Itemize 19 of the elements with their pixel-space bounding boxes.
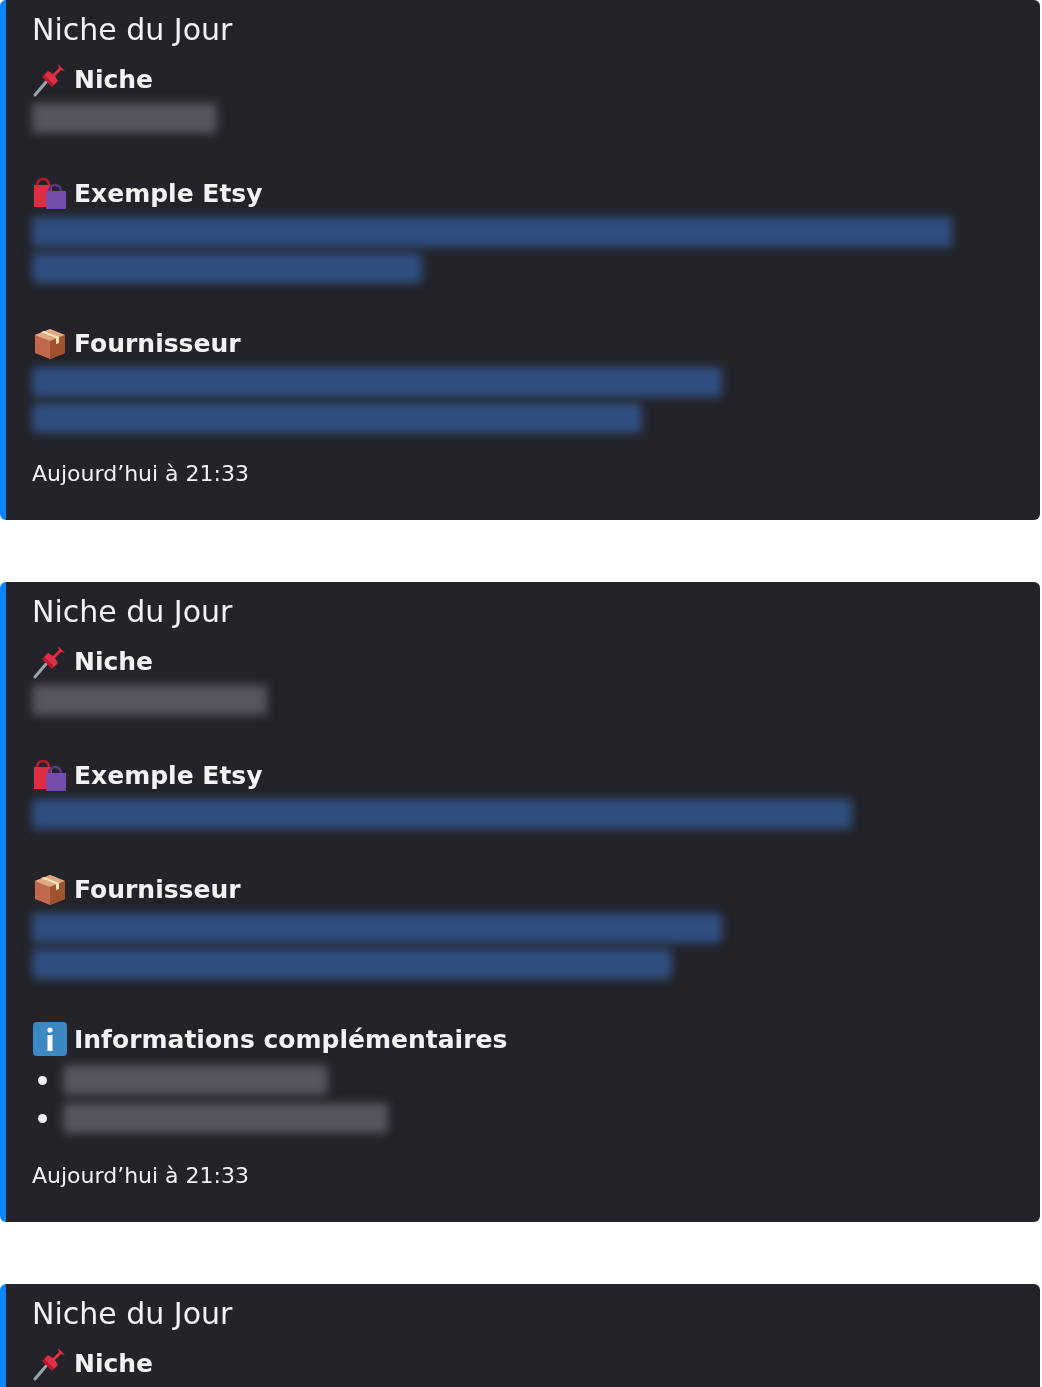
pushpin-icon [32, 643, 68, 679]
field-name: Fournisseur [74, 328, 241, 358]
field-name: Niche [74, 646, 154, 676]
embed-title: Niche du Jour [32, 594, 234, 629]
field-name: Exemple Etsy [74, 760, 263, 790]
field-name: Niche [74, 64, 154, 94]
pushpin-icon [32, 1345, 68, 1381]
field-name: Fournisseur [74, 874, 241, 904]
info-icon [32, 1021, 68, 1057]
shopping-bags-icon [32, 757, 68, 793]
field-name: Informations complémentaires [74, 1024, 508, 1054]
field-name: Exemple Etsy [74, 178, 263, 208]
field-name: Niche [74, 1348, 154, 1378]
shopping-bags-icon [32, 175, 68, 211]
timestamp: Aujourd’hui à 21:33 [32, 461, 250, 486]
embed-title: Niche du Jour [32, 1296, 234, 1331]
pushpin-icon [32, 61, 68, 97]
embed-title: Niche du Jour [32, 12, 234, 47]
timestamp: Aujourd’hui à 21:33 [32, 1163, 250, 1188]
